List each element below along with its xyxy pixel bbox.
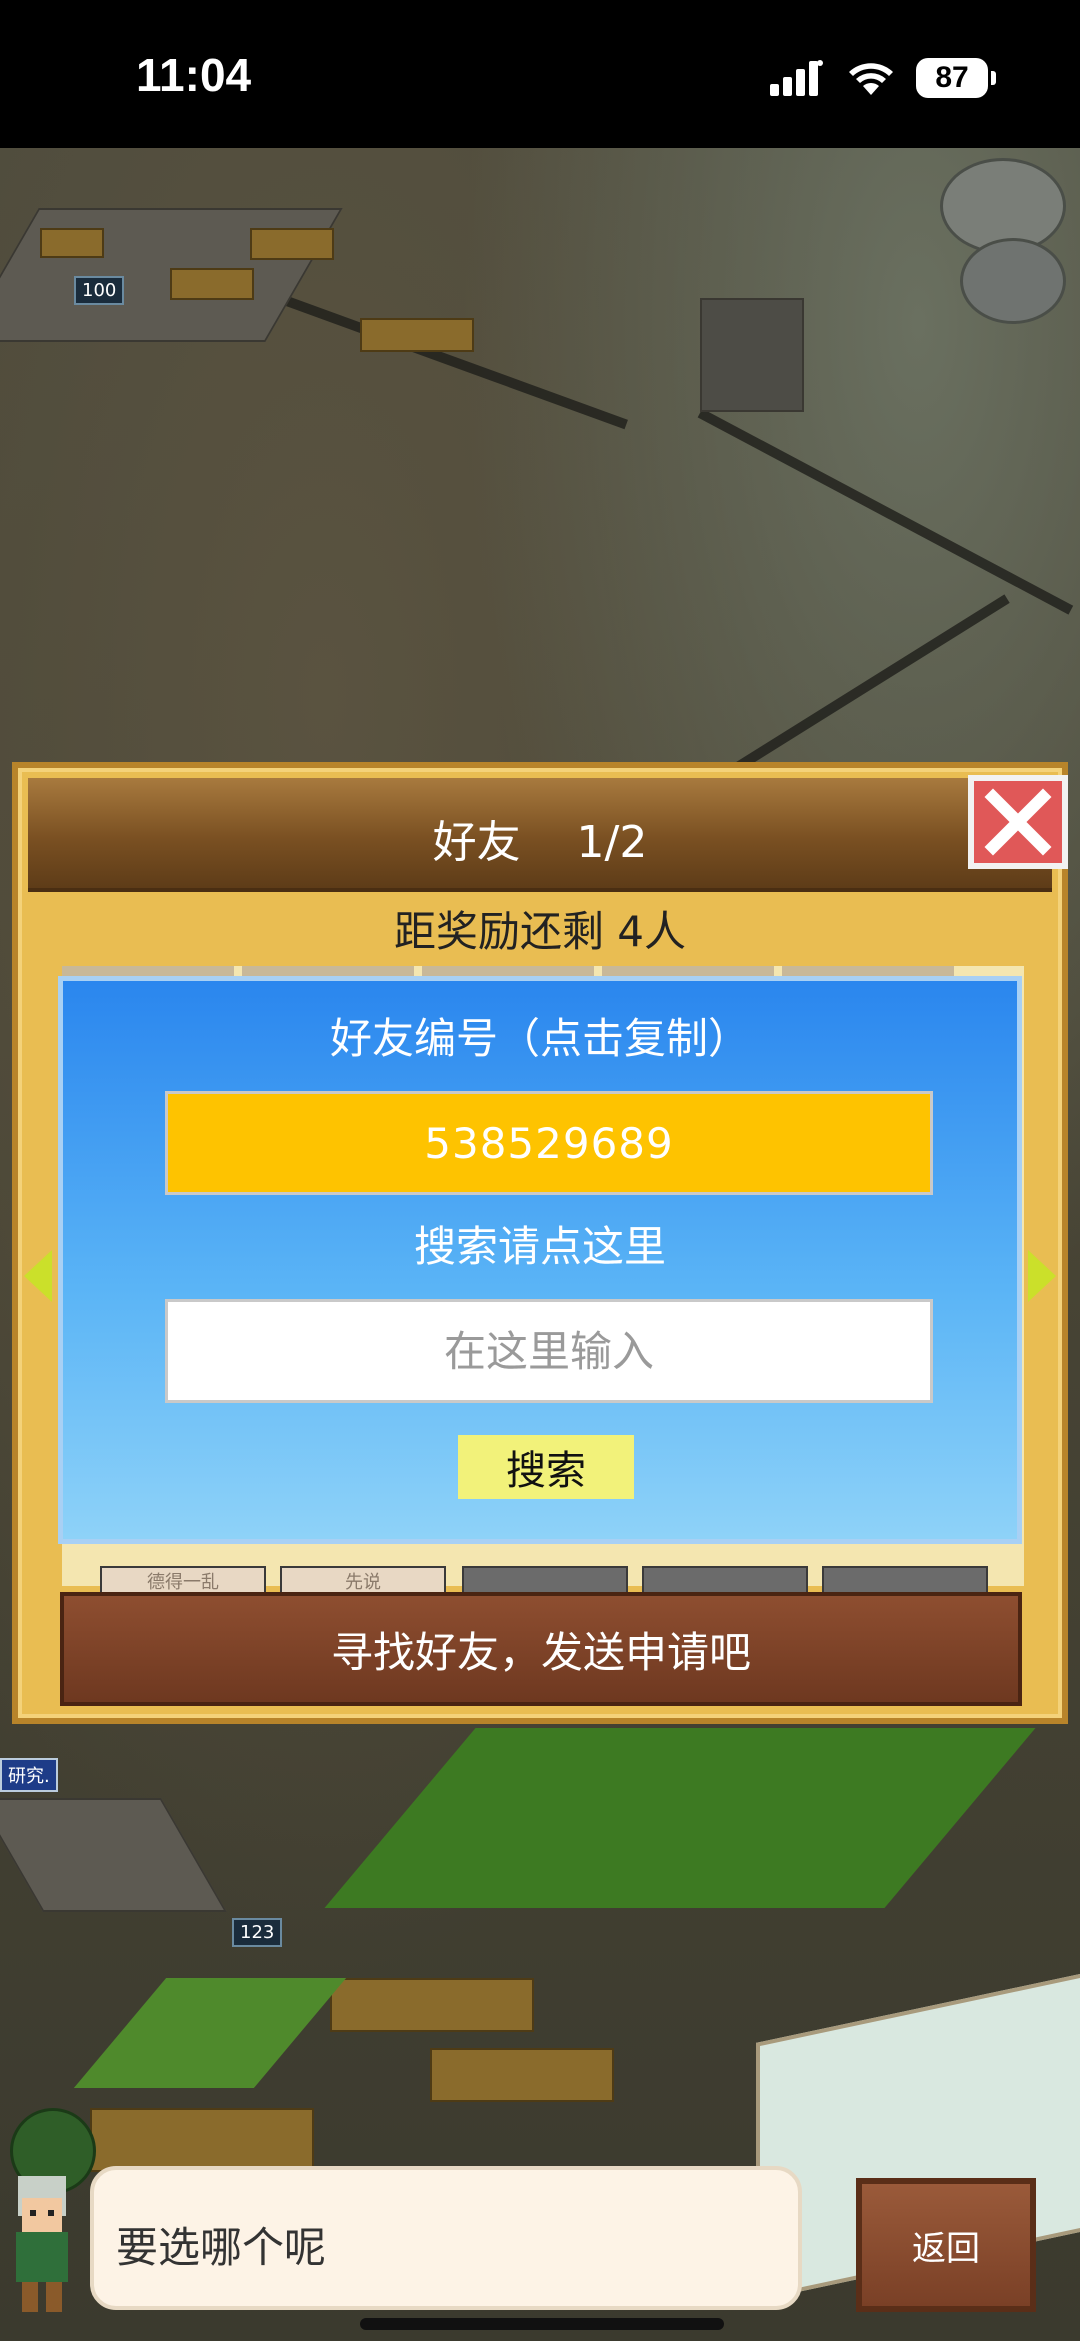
chat-bubble: 要选哪个呢 <box>90 2166 802 2310</box>
friend-slot-empty[interactable] <box>822 1566 988 1594</box>
signal-icon <box>770 60 823 96</box>
dialog-title: 好友 1/2 <box>432 817 648 868</box>
status-bar: 11:04 87 <box>0 0 1080 148</box>
close-button[interactable] <box>968 775 1068 869</box>
home-indicator[interactable] <box>360 2318 724 2330</box>
friend-slot-empty[interactable] <box>462 1566 628 1594</box>
close-icon <box>984 788 1052 856</box>
rock <box>960 238 1066 324</box>
back-button[interactable]: 返回 <box>856 2178 1036 2312</box>
vegetable-patch <box>73 1978 347 2088</box>
search-label: 搜索请点这里 <box>413 1222 666 1271</box>
reward-progress-text: 距奖励还剩 4人 <box>393 907 687 956</box>
building-level-tag: 100 <box>74 276 125 305</box>
friend-id-copy-field[interactable]: 538529689 <box>165 1091 933 1195</box>
stone-pavement <box>0 1798 227 1912</box>
friend-slot-empty[interactable] <box>642 1566 808 1594</box>
search-input[interactable] <box>165 1299 933 1403</box>
sign-label: 研究. <box>0 1758 58 1792</box>
find-friends-button[interactable]: 寻找好友，发送申请吧 <box>60 1592 1022 1706</box>
crop-field <box>170 268 254 300</box>
dialog-header: 好友 1/2 <box>28 778 1052 892</box>
crop-field <box>90 2108 314 2172</box>
battery-icon: 87 <box>916 58 996 98</box>
crop-field <box>360 318 474 352</box>
friend-code-panel: 好友编号（点击复制） 538529689 搜索请点这里 搜索 <box>58 976 1022 1544</box>
crop-field <box>330 1978 534 2032</box>
prev-page-arrow-icon[interactable] <box>24 1250 52 1302</box>
fence <box>697 408 1074 615</box>
status-icons: 87 <box>770 56 996 100</box>
crop-field <box>40 228 104 258</box>
friend-id-label: 好友编号（点击复制） <box>329 1014 750 1063</box>
crop-field <box>430 2048 614 2102</box>
wifi-icon <box>849 63 893 95</box>
crop-field <box>250 228 334 260</box>
friend-slot[interactable]: 德得一乱 <box>100 1566 266 1594</box>
grass-field <box>324 1728 1036 1908</box>
next-page-arrow-icon[interactable] <box>1028 1250 1056 1302</box>
character-avatar <box>16 2176 68 2312</box>
search-button[interactable]: 搜索 <box>458 1435 634 1499</box>
gate <box>700 298 804 412</box>
status-time: 11:04 <box>136 49 252 101</box>
chat-message: 要选哪个呢 <box>116 2223 327 2272</box>
friend-slot[interactable]: 先说 <box>280 1566 446 1594</box>
building-level-tag: 123 <box>232 1918 283 1947</box>
